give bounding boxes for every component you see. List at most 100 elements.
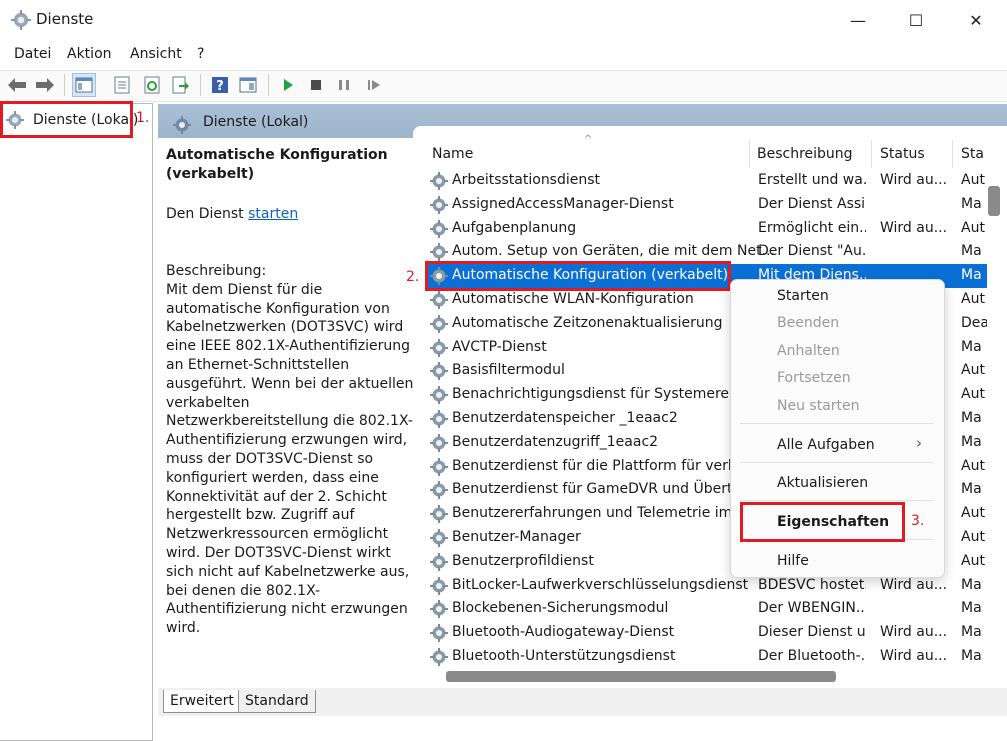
service-description-cell: Der Dienst "Au... xyxy=(758,243,866,260)
service-gear-icon xyxy=(430,314,448,333)
console-tree-icon[interactable] xyxy=(72,73,96,97)
annotation-label-1: 1. xyxy=(136,110,150,126)
service-row[interactable]: Arbeitsstationsdienst Erstellt und wa... W… xyxy=(427,169,987,193)
service-row[interactable]: AssignedAccessManager-Dienst Der Dienst A… xyxy=(427,193,987,217)
export-list-icon[interactable] xyxy=(168,73,192,97)
service-description-cell: Der Bluetooth-... xyxy=(758,648,866,664)
minimize-button[interactable]: — xyxy=(835,0,881,40)
service-startup-cell: Ma xyxy=(961,195,982,212)
service-gear-icon xyxy=(430,552,448,571)
service-description-cell: Ermöglicht ein... xyxy=(758,219,866,236)
menu-datei[interactable]: Datei xyxy=(14,46,51,62)
service-name: AVCTP-Dienst xyxy=(452,338,547,355)
service-row[interactable]: Aufgabenplanung Ermöglicht ein... Wird au.… xyxy=(427,217,987,241)
start-service-link[interactable]: starten xyxy=(248,206,298,222)
column-header-description[interactable]: Beschreibung xyxy=(757,146,853,162)
service-startup-cell: Aut xyxy=(961,529,985,545)
description-text: Mit dem Dienst für die automatische Konf… xyxy=(166,281,414,637)
service-gear-icon xyxy=(430,529,448,547)
service-gear-icon xyxy=(430,505,448,524)
horizontal-scroll-thumb[interactable] xyxy=(446,671,836,682)
services-gear-icon xyxy=(173,116,191,134)
column-header-name[interactable]: Name xyxy=(432,146,473,162)
service-name: Benutzerprofildienst xyxy=(452,552,594,569)
service-startup-cell: Ma xyxy=(961,648,982,664)
show-console-icon[interactable] xyxy=(236,73,260,97)
play-icon[interactable] xyxy=(276,73,300,97)
service-gear-icon xyxy=(430,291,448,309)
service-gear-icon xyxy=(430,219,448,238)
service-startup-cell: Ma xyxy=(961,576,982,593)
service-name: Benutzererfahrungen und Telemetrie im ve xyxy=(452,505,754,522)
service-startup-cell: Aut xyxy=(961,552,985,569)
selected-service-title: Automatische Konfiguration (verkabelt) xyxy=(166,147,388,182)
service-startup-cell: Aut xyxy=(961,291,985,307)
service-name: Benutzerdatenzugriff_1eaac2 xyxy=(452,433,659,450)
column-header-status[interactable]: Status xyxy=(880,146,925,162)
context-separator xyxy=(740,500,933,501)
service-name: Automatische Zeitzonenaktualisierung xyxy=(452,314,723,331)
context-item-beenden: Beenden xyxy=(777,315,840,331)
resume-icon[interactable] xyxy=(362,73,386,97)
service-description-cell: BDESVC hostet... xyxy=(758,576,866,593)
column-separator xyxy=(871,140,872,168)
context-separator xyxy=(740,462,933,463)
service-row[interactable]: Bluetooth-Audiogateway-Dienst Dieser Dien… xyxy=(427,621,987,645)
service-name: Bluetooth-Unterstützungsdienst xyxy=(452,648,676,664)
tab-erweitert[interactable]: Erweitert xyxy=(163,690,241,713)
start-prefix: Den Dienst xyxy=(166,206,249,222)
service-status-cell: Wird au... xyxy=(880,172,946,188)
forward-arrow-icon[interactable] xyxy=(33,73,57,97)
menu-ansicht[interactable]: Ansicht xyxy=(130,46,182,62)
service-gear-icon xyxy=(430,576,448,595)
context-item-neu-starten: Neu starten xyxy=(777,398,860,414)
help-icon[interactable]: ? xyxy=(208,73,232,97)
service-startup-cell: Ma xyxy=(961,243,982,260)
service-status-cell: Wird au... xyxy=(880,576,946,593)
panel-title: Dienste (Lokal) xyxy=(203,114,309,130)
service-name: Basisfiltermodul xyxy=(452,362,565,379)
properties-sheet-icon[interactable] xyxy=(110,73,134,97)
close-button[interactable]: ✕ xyxy=(953,0,999,40)
service-name: Automatische WLAN-Konfiguration xyxy=(452,291,694,307)
tab-standard[interactable]: Standard xyxy=(238,690,316,713)
service-gear-icon xyxy=(430,172,448,190)
column-header-startup[interactable]: Sta xyxy=(961,146,984,162)
service-row[interactable]: Bluetooth-Unterstützungsdienst Der Blueto… xyxy=(427,645,987,669)
stop-icon[interactable] xyxy=(304,73,328,97)
console-tree xyxy=(0,103,153,741)
service-name: AssignedAccessManager-Dienst xyxy=(452,195,674,212)
service-gear-icon xyxy=(430,481,448,500)
service-name: Bluetooth-Audiogateway-Dienst xyxy=(452,624,675,641)
context-item-hilfe[interactable]: Hilfe xyxy=(777,553,809,569)
refresh-icon[interactable] xyxy=(140,73,164,97)
service-gear-icon xyxy=(430,386,448,405)
column-separator xyxy=(952,140,953,168)
menu-help[interactable]: ? xyxy=(197,46,204,62)
annotation-box-2 xyxy=(425,261,731,291)
service-startup-cell: Aut xyxy=(961,362,985,379)
service-description: Beschreibung: Mit dem Dienst für die auto… xyxy=(166,262,416,638)
pause-icon[interactable] xyxy=(332,73,356,97)
service-status-cell: Wird au... xyxy=(880,648,946,664)
service-name: Benutzerdienst für GameDVR und Übertrag xyxy=(452,481,756,498)
back-arrow-icon[interactable] xyxy=(5,73,29,97)
service-startup-cell: Ma xyxy=(961,624,982,641)
service-description-cell: Erstellt und wa... xyxy=(758,172,866,188)
service-startup-cell: Ma xyxy=(961,481,982,498)
service-description-cell: Dieser Dienst u... xyxy=(758,624,866,641)
context-item-starten[interactable]: Starten xyxy=(777,288,829,304)
maximize-button[interactable]: ☐ xyxy=(893,0,939,40)
service-startup-cell: Ma xyxy=(961,267,982,284)
vertical-scrollbar[interactable] xyxy=(987,140,1003,666)
annotation-box-1 xyxy=(0,101,133,138)
menu-aktion[interactable]: Aktion xyxy=(67,46,112,62)
service-row[interactable]: Blockebenen-Sicherungsmodul Der WBENGIN..… xyxy=(427,597,987,621)
context-item-alle-aufgaben[interactable]: Alle Aufgaben xyxy=(777,437,875,453)
context-item-aktualisieren[interactable]: Aktualisieren xyxy=(777,475,868,491)
service-status-cell: Wird au... xyxy=(880,624,946,641)
vertical-scroll-thumb[interactable] xyxy=(988,186,1000,216)
service-gear-icon xyxy=(430,457,448,476)
submenu-arrow-icon: › xyxy=(916,434,922,452)
window-title: Dienste xyxy=(36,10,94,28)
